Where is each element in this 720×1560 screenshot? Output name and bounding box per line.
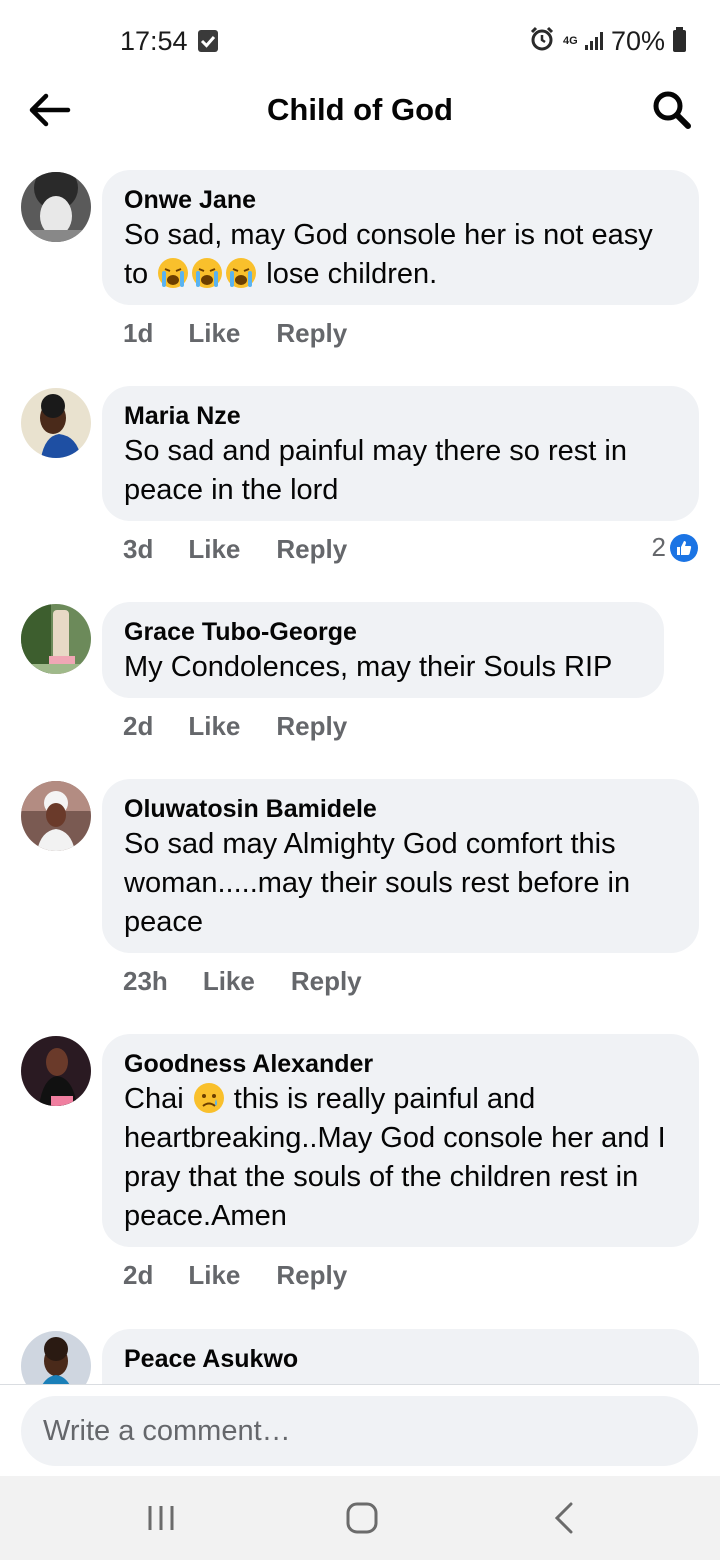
network-type: 4G: [562, 34, 578, 47]
comment-time[interactable]: 2d: [123, 711, 153, 742]
reply-button[interactable]: Reply: [276, 318, 347, 349]
avatar[interactable]: [21, 388, 91, 458]
status-indicators: 4G 70%: [529, 24, 686, 58]
comment-text: My Condolences, may their Souls RIP: [124, 651, 613, 683]
comment-text: Chai this is really painful and heartbre…: [124, 1080, 677, 1236]
comment-actions: 2d Like Reply: [123, 1260, 347, 1291]
avatar[interactable]: [21, 1036, 91, 1106]
back-nav-icon[interactable]: [545, 1498, 585, 1538]
battery-percent: 70%: [610, 25, 665, 56]
signal-icon: [584, 32, 603, 50]
like-button[interactable]: Like: [188, 1260, 240, 1291]
comment-bubble[interactable]: Goodness Alexander Chai this is really p…: [102, 1034, 699, 1247]
comment-actions: 1d Like Reply: [123, 318, 347, 349]
comment-bubble[interactable]: Peace Asukwo: [102, 1329, 699, 1384]
comment-author[interactable]: Onwe Jane: [124, 184, 677, 216]
page-title: Child of God: [267, 92, 453, 127]
like-button[interactable]: Like: [203, 966, 255, 997]
comment-text: So sad, may God console her is not easy …: [124, 216, 677, 294]
recent-apps-icon[interactable]: [141, 1498, 181, 1538]
comment-author[interactable]: Peace Asukwo: [124, 1343, 677, 1375]
notification-check-icon: [198, 30, 218, 52]
reply-button[interactable]: Reply: [291, 966, 362, 997]
sad-tear-face-emoji-icon: [193, 1082, 225, 1114]
thumbs-up-icon: [670, 533, 698, 562]
comment-time[interactable]: 1d: [123, 318, 153, 349]
comment-time[interactable]: 3d: [123, 534, 153, 565]
comment-text-part: lose children.: [258, 258, 438, 290]
search-icon[interactable]: [652, 90, 692, 130]
comment-text-part: Chai: [124, 1083, 192, 1115]
like-button[interactable]: Like: [188, 711, 240, 742]
comment-author[interactable]: Grace Tubo-George: [124, 616, 642, 648]
comment-text: So sad and painful may there so rest in …: [124, 435, 627, 506]
system-nav-bar: [0, 1476, 720, 1560]
battery-icon: [673, 27, 686, 52]
top-bar: Child of God: [0, 78, 720, 142]
avatar[interactable]: [21, 172, 91, 242]
comment-time[interactable]: 23h: [123, 966, 168, 997]
comment-bubble[interactable]: Maria Nze So sad and painful may there s…: [102, 386, 699, 521]
avatar[interactable]: [21, 1331, 91, 1384]
crying-face-emoji-icon: [191, 257, 223, 289]
comment-actions: 2d Like Reply: [123, 711, 347, 742]
reply-button[interactable]: Reply: [276, 711, 347, 742]
comment-bubble[interactable]: Onwe Jane So sad, may God console her is…: [102, 170, 699, 305]
comment-bubble[interactable]: Grace Tubo-George My Condolences, may th…: [102, 602, 664, 698]
reply-button[interactable]: Reply: [276, 534, 347, 565]
write-comment-input[interactable]: [21, 1396, 698, 1466]
comment-bubble[interactable]: Oluwatosin Bamidele So sad may Almighty …: [102, 779, 699, 953]
reaction-summary[interactable]: 2: [652, 532, 698, 563]
alarm-icon: [529, 26, 555, 57]
comment-text: So sad may Almighty God comfort this wom…: [124, 828, 631, 938]
avatar[interactable]: [21, 781, 91, 851]
comment-list[interactable]: Onwe Jane So sad, may God console her is…: [0, 170, 720, 1384]
comment-actions: 3d Like Reply: [123, 534, 347, 565]
avatar[interactable]: [21, 604, 91, 674]
like-button[interactable]: Like: [188, 534, 240, 565]
comment-author[interactable]: Goodness Alexander: [124, 1048, 677, 1080]
comment-composer: [0, 1384, 720, 1476]
home-icon[interactable]: [342, 1498, 382, 1538]
crying-face-emoji-icon: [157, 257, 189, 289]
comment-author[interactable]: Oluwatosin Bamidele: [124, 793, 677, 825]
crying-face-emoji-icon: [225, 257, 257, 289]
like-button[interactable]: Like: [188, 318, 240, 349]
reaction-count: 2: [651, 532, 666, 562]
status-bar: 17:54 4G 70%: [0, 0, 720, 80]
status-time: 17:54: [120, 26, 188, 56]
comment-actions: 23h Like Reply: [123, 966, 362, 997]
comment-time[interactable]: 2d: [123, 1260, 153, 1291]
comment-author[interactable]: Maria Nze: [124, 400, 677, 432]
reply-button[interactable]: Reply: [276, 1260, 347, 1291]
